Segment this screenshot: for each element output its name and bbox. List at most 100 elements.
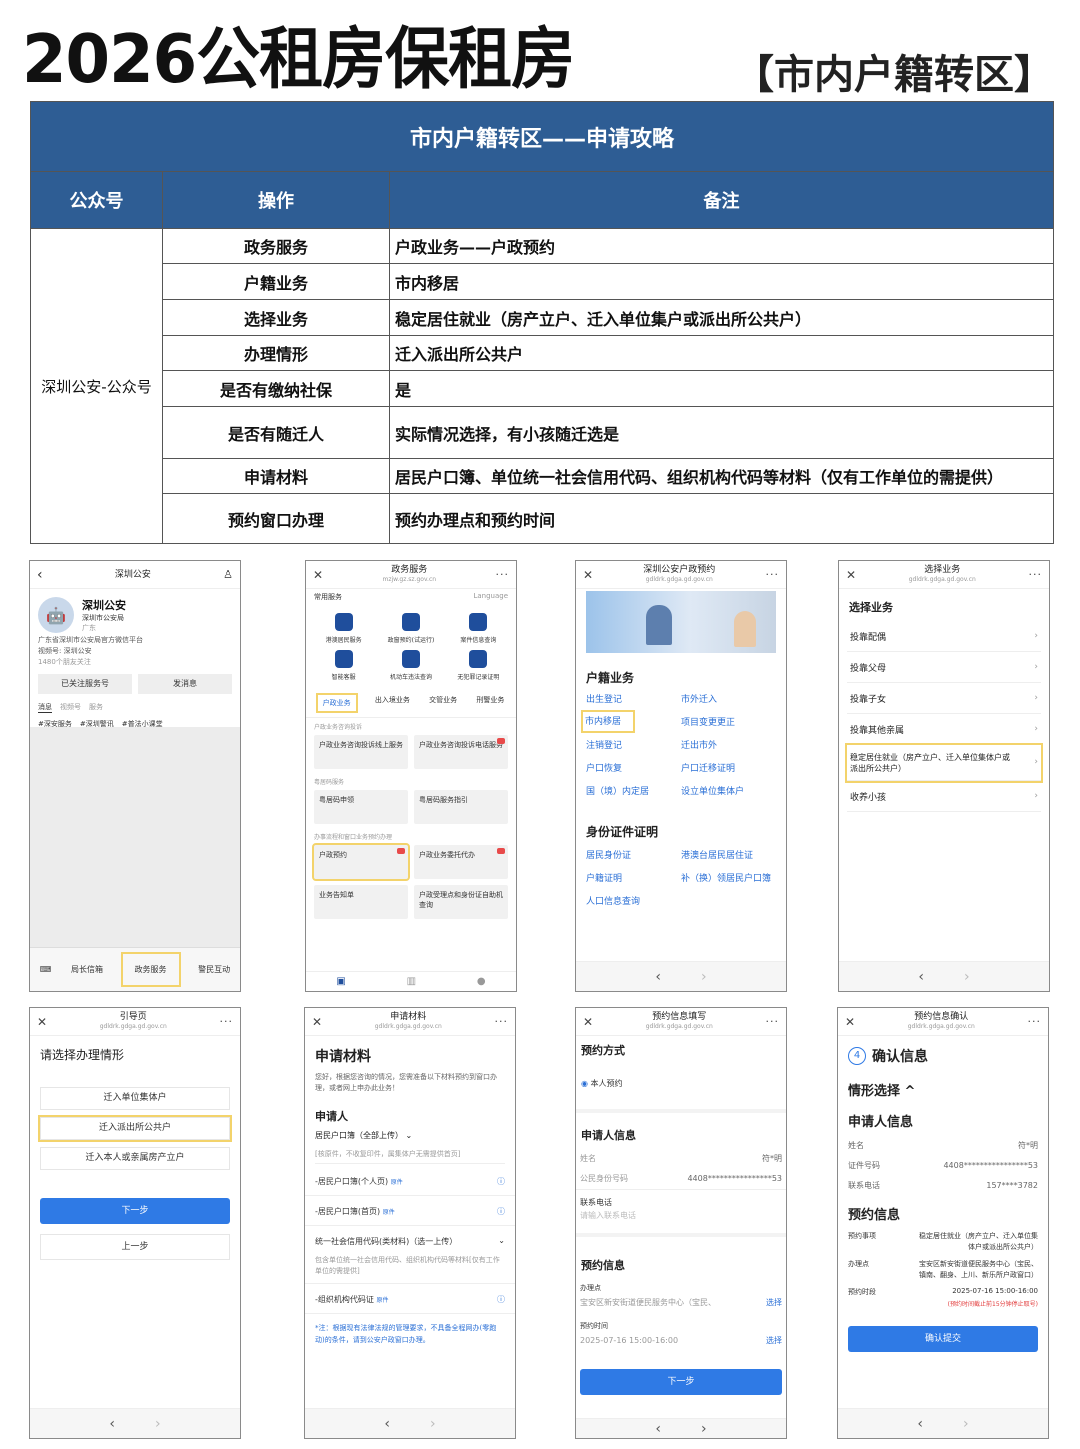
time-row[interactable]: 2025-07-16 15:00-16:00 选择: [576, 1331, 786, 1351]
back-icon[interactable]: ‹: [655, 969, 661, 985]
household-book-group[interactable]: 居民户口簿（全部上传） ⌄: [305, 1130, 515, 1141]
tile-phone[interactable]: 户政业务咨询投诉电话服务: [414, 735, 508, 769]
biz-migration-cert[interactable]: 户口迁移证明: [681, 761, 776, 774]
back-icon[interactable]: ‹: [655, 1421, 661, 1437]
biz-item[interactable]: 投靠子女 ›: [847, 683, 1041, 714]
option-police-public[interactable]: 迁入派出所公共户: [38, 1115, 232, 1142]
close-icon[interactable]: ✕: [846, 568, 856, 582]
tile-online[interactable]: 户政业务咨询投诉线上服务: [314, 735, 408, 769]
biz-item-stable-residence[interactable]: 稳定居住就业（房产立户、迁入单位集体户或派出所公共户） ›: [845, 743, 1043, 783]
tile-residence-guide[interactable]: 粤居码服务指引: [414, 790, 508, 824]
credit-code-group[interactable]: 统一社会信用代码(类材料)（选一上传） ⌄: [305, 1226, 515, 1253]
close-icon[interactable]: ✕: [583, 1015, 593, 1029]
tab-criminal[interactable]: 刑警业务: [476, 695, 504, 711]
tile-agent[interactable]: 户政业务委托代办: [414, 845, 508, 879]
info-icon[interactable]: ⓘ: [497, 1206, 505, 1217]
language-link[interactable]: Language: [473, 592, 508, 602]
follow-button[interactable]: 已关注服务号: [38, 674, 132, 694]
biz-item[interactable]: 投靠父母 ›: [847, 652, 1041, 683]
biz-collective[interactable]: 设立单位集体户: [681, 784, 776, 797]
tile-household-booking[interactable]: 户政预约: [312, 843, 410, 881]
next-button[interactable]: 下一步: [580, 1369, 782, 1395]
info-icon[interactable]: ⓘ: [497, 1294, 505, 1305]
next-button[interactable]: 下一步: [40, 1198, 230, 1224]
biz-item[interactable]: 收养小孩 ›: [847, 781, 1041, 812]
biz-idcard[interactable]: 居民身份证: [586, 848, 681, 861]
situation-toggle[interactable]: 情形选择 ^: [838, 1074, 1048, 1105]
self-booking-radio[interactable]: ◉ 本人预约: [576, 1064, 786, 1113]
tile-residence-apply[interactable]: 粤居码申领: [314, 790, 408, 824]
service-hk-macao[interactable]: 港澳居民服务: [310, 613, 377, 644]
tab-exit-entry[interactable]: 出入境业务: [375, 695, 410, 711]
menu-interaction[interactable]: 警民互动: [198, 964, 230, 975]
prev-button[interactable]: 上一步: [40, 1234, 230, 1260]
biz-birth[interactable]: 出生登记: [586, 692, 681, 705]
keyboard-icon[interactable]: ⌨: [40, 965, 52, 974]
more-icon[interactable]: ···: [495, 1015, 509, 1028]
close-icon[interactable]: ✕: [313, 568, 323, 582]
tel-input[interactable]: 请输入联系电话: [576, 1210, 786, 1237]
more-icon[interactable]: ···: [766, 1015, 780, 1028]
submit-button[interactable]: 确认提交: [848, 1326, 1038, 1352]
tab-service[interactable]: 服务: [89, 702, 103, 713]
forward-icon[interactable]: ›: [155, 1416, 161, 1432]
service-vehicle[interactable]: 机动车违法查询: [377, 650, 444, 681]
forward-icon[interactable]: ›: [430, 1416, 436, 1432]
close-icon[interactable]: ✕: [312, 1015, 322, 1029]
biz-intra-city[interactable]: 市内移居: [580, 710, 636, 733]
time-select-link[interactable]: 选择: [766, 1331, 782, 1351]
more-icon[interactable]: ···: [1029, 568, 1043, 581]
more-icon[interactable]: ···: [496, 568, 510, 581]
grid-icon[interactable]: ▥: [407, 976, 416, 987]
biz-reissue-book[interactable]: 补（换）领居民户口簿: [681, 871, 776, 884]
biz-item[interactable]: 投靠其他亲属 ›: [847, 714, 1041, 745]
menu-gov-service[interactable]: 政务服务: [120, 952, 181, 987]
tile-notice[interactable]: 业务告知单: [314, 885, 408, 919]
close-icon[interactable]: ✕: [37, 1015, 47, 1029]
biz-settle[interactable]: 国（境）内定居: [586, 784, 681, 797]
tab-traffic[interactable]: 交管业务: [429, 695, 457, 711]
info-icon[interactable]: ⓘ: [497, 1176, 505, 1187]
back-icon[interactable]: ‹: [918, 969, 924, 985]
tab-household[interactable]: 户政业务: [315, 693, 358, 713]
forward-icon[interactable]: ›: [963, 1416, 969, 1432]
material-item[interactable]: -居民户口簿(个人页) 原件 ⓘ: [305, 1164, 515, 1196]
more-icon[interactable]: ···: [766, 568, 780, 581]
biz-cancel[interactable]: 注销登记: [586, 738, 681, 751]
service-ai-support[interactable]: 智能客服: [310, 650, 377, 681]
profile-icon[interactable]: ●: [477, 976, 486, 987]
biz-move-out[interactable]: 迁出市外: [681, 738, 776, 751]
biz-info-query[interactable]: 人口信息查询: [586, 894, 681, 907]
forward-icon[interactable]: ›: [964, 969, 970, 985]
service-no-crime[interactable]: 无犯罪记录证明: [445, 650, 512, 681]
menu-mailbox[interactable]: 局长信箱: [71, 964, 103, 975]
back-icon[interactable]: ‹: [109, 1416, 115, 1432]
biz-household-proof[interactable]: 户籍证明: [586, 871, 681, 884]
message-button[interactable]: 发消息: [138, 674, 232, 694]
tab-messages[interactable]: 消息: [38, 702, 52, 713]
biz-restore[interactable]: 户口恢复: [586, 761, 681, 774]
biz-correction[interactable]: 项目变更更正: [681, 715, 776, 728]
user-icon[interactable]: ♙: [223, 568, 233, 581]
tab-video[interactable]: 视频号: [60, 702, 81, 713]
material-item[interactable]: -组织机构代码证 原件 ⓘ: [305, 1284, 515, 1314]
close-icon[interactable]: ✕: [583, 568, 593, 582]
material-item[interactable]: -居民户口簿(首页) 原件 ⓘ: [305, 1196, 515, 1226]
biz-move-in[interactable]: 市外迁入: [681, 692, 776, 705]
place-select-link[interactable]: 选择: [766, 1293, 782, 1313]
forward-icon[interactable]: ›: [701, 1421, 707, 1437]
close-icon[interactable]: ✕: [845, 1015, 855, 1029]
option-property[interactable]: 迁入本人或亲属房产立户: [40, 1147, 230, 1170]
biz-hkmt-permit[interactable]: 港澳台居民居住证: [681, 848, 776, 861]
place-row[interactable]: 宝安区新安街道便民服务中心（宝民、 选择: [576, 1293, 786, 1313]
back-icon[interactable]: ‹: [384, 1416, 390, 1432]
forward-icon[interactable]: ›: [701, 969, 707, 985]
home-icon[interactable]: ▣: [336, 976, 345, 987]
back-icon[interactable]: ‹: [917, 1416, 923, 1432]
more-icon[interactable]: ···: [220, 1015, 234, 1028]
service-window-booking[interactable]: 政窗预约(试运行): [377, 613, 444, 644]
service-case-query[interactable]: 案件信息查询: [445, 613, 512, 644]
more-icon[interactable]: ···: [1028, 1015, 1042, 1028]
tile-location-query[interactable]: 户政受理点和身份证自助机查询: [414, 885, 508, 919]
option-collective[interactable]: 迁入单位集体户: [40, 1087, 230, 1110]
